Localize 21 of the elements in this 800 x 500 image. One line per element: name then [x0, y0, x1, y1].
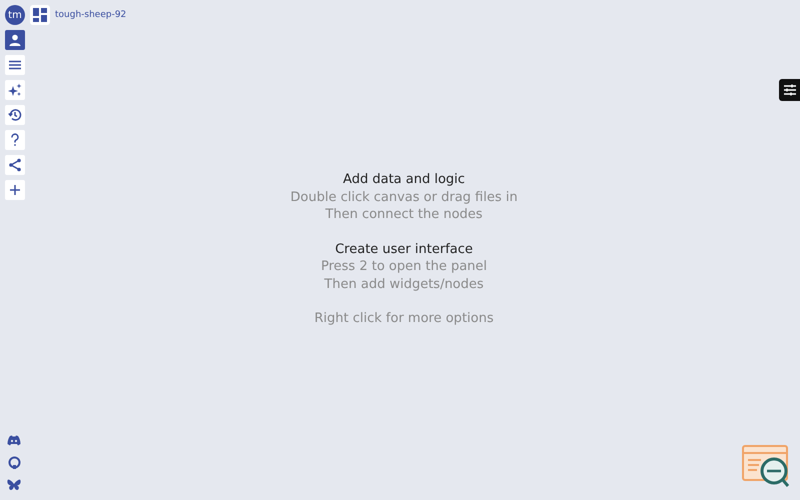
- user-icon[interactable]: [5, 30, 25, 50]
- hint-text: Double click canvas or drag files in: [290, 188, 518, 206]
- hint-text: Press 2 to open the panel: [320, 258, 488, 276]
- dashboard-icon[interactable]: [30, 5, 50, 25]
- project-name[interactable]: tough-sheep-92: [55, 10, 126, 20]
- add-icon[interactable]: [5, 180, 25, 200]
- hint-text: Right click for more options: [314, 310, 494, 328]
- hint-text: Then add widgets/nodes: [324, 276, 484, 293]
- gamepad-icon[interactable]: [7, 435, 21, 446]
- menu-icon[interactable]: [5, 55, 25, 75]
- sparkles-icon[interactable]: [5, 80, 25, 100]
- share-icon[interactable]: [5, 155, 25, 175]
- browser-search-icon[interactable]: [741, 444, 791, 488]
- hint-title: Add data and logic: [343, 171, 465, 188]
- hint-title: Create user interface: [335, 240, 473, 258]
- hint-text: Then connect the nodes: [325, 206, 483, 224]
- user-avatar[interactable]: tm: [5, 5, 25, 25]
- sliders-icon[interactable]: [779, 79, 800, 101]
- help-icon[interactable]: [5, 130, 25, 150]
- butterfly-icon[interactable]: [7, 479, 21, 491]
- history-icon[interactable]: [5, 105, 25, 125]
